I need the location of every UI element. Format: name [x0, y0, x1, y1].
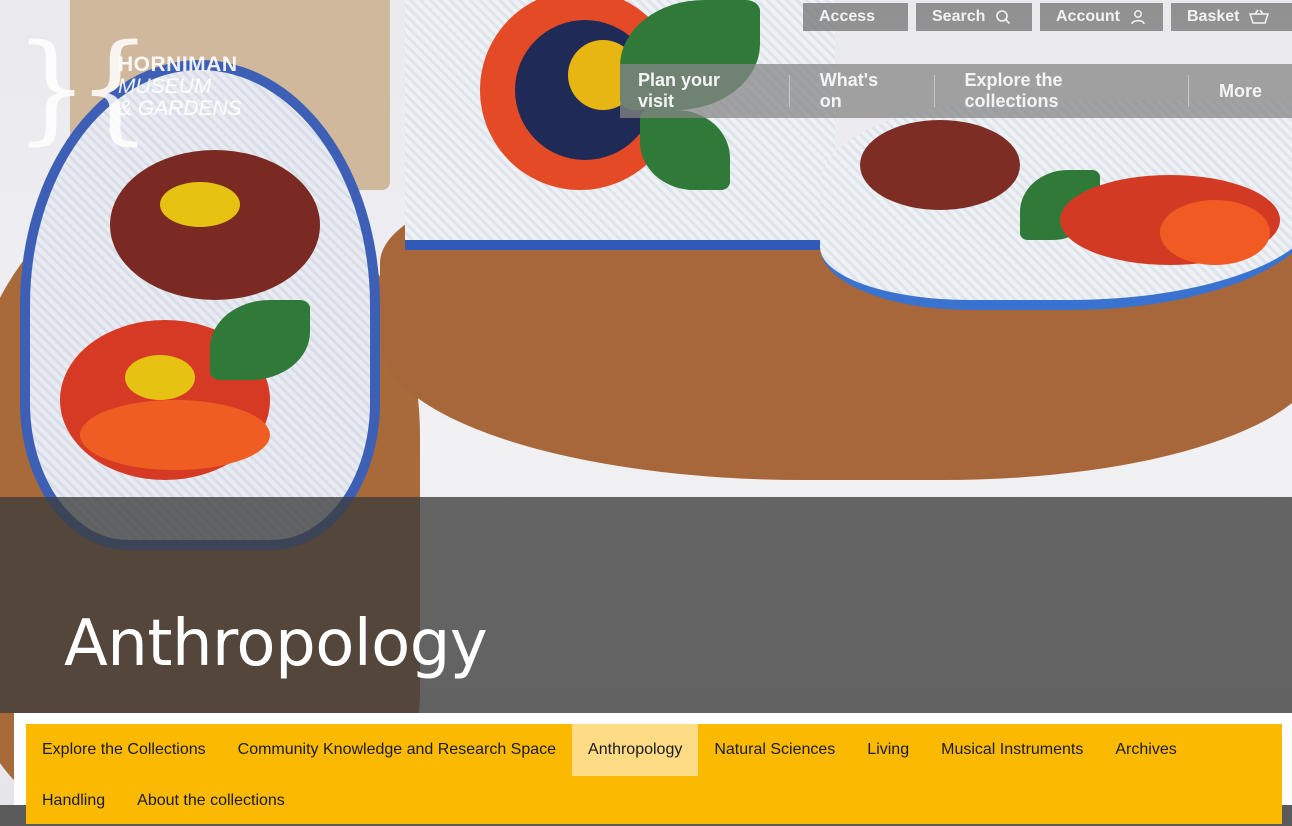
subnav-natural-sciences[interactable]: Natural Sciences [698, 724, 851, 776]
account-label: Account [1056, 8, 1120, 25]
section-navigation: Explore the Collections Community Knowle… [26, 724, 1282, 824]
basket-icon [1249, 9, 1270, 25]
search-icon [995, 9, 1011, 25]
nav-whats-on[interactable]: What's on [788, 70, 934, 111]
access-link[interactable]: Access [803, 3, 908, 31]
subnav-explore-the-collections[interactable]: Explore the Collections [26, 724, 222, 776]
subnav-about-the-collections[interactable]: About the collections [121, 776, 301, 826]
logo-line-1: HORNIMAN [118, 53, 238, 76]
subnav-anthropology[interactable]: Anthropology [572, 724, 699, 776]
section-navigation-container: Explore the Collections Community Knowle… [14, 713, 1292, 824]
bead-flower [125, 355, 195, 400]
subnav-handling[interactable]: Handling [26, 776, 121, 826]
logo-line-3: & GARDENS [118, 97, 242, 120]
bead-flower [160, 182, 240, 227]
nav-more[interactable]: More [1187, 75, 1292, 107]
search-label: Search [932, 8, 986, 25]
bead-flower [80, 400, 270, 470]
access-label: Access [819, 8, 876, 25]
subnav-archives[interactable]: Archives [1099, 724, 1192, 776]
subnav-living[interactable]: Living [851, 724, 925, 776]
page-title: Anthropology [64, 607, 488, 681]
subnav-musical-instruments[interactable]: Musical Instruments [925, 724, 1099, 776]
user-icon [1130, 9, 1146, 25]
logo-line-2: MUSEUM [118, 75, 212, 98]
basket-button[interactable]: Basket [1171, 3, 1292, 31]
bead-flower [860, 120, 1020, 210]
nav-plan-your-visit[interactable]: Plan your visit [620, 70, 789, 111]
nav-explore-the-collections[interactable]: Explore the collections [933, 70, 1188, 111]
account-button[interactable]: Account [1040, 3, 1163, 31]
logo-wordmark: HORNIMAN MUSEUM & GARDENS [118, 54, 242, 120]
site-logo[interactable]: }{ HORNIMAN MUSEUM & GARDENS [14, 28, 274, 147]
search-button[interactable]: Search [916, 3, 1032, 31]
basket-label: Basket [1187, 8, 1240, 25]
main-navigation: Plan your visit What's on Explore the co… [620, 64, 1292, 118]
subnav-community-knowledge[interactable]: Community Knowledge and Research Space [222, 724, 572, 776]
bead-flower [1160, 200, 1270, 265]
